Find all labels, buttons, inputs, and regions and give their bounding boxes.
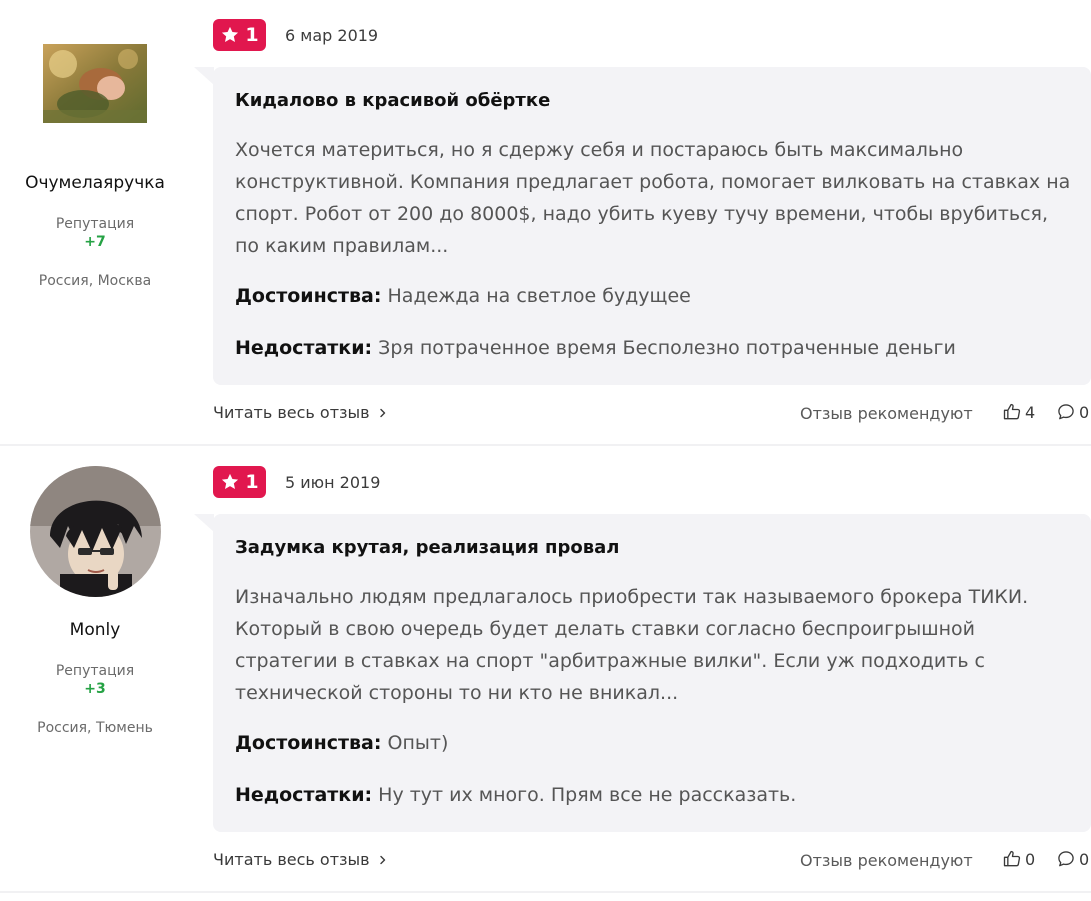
card-pointer: [194, 514, 214, 532]
cons-text: Ну тут их много. Прям все не рассказать.: [378, 784, 797, 806]
card-pointer: [194, 67, 214, 85]
comment-icon: [1058, 851, 1074, 867]
rating-badge: 1: [213, 466, 266, 498]
read-more-link[interactable]: Читать весь отзыв: [213, 403, 388, 422]
chevron-right-icon: [379, 408, 385, 417]
author-name[interactable]: Monly: [0, 620, 190, 640]
like-button[interactable]: 0: [1002, 849, 1035, 869]
avatar[interactable]: [30, 466, 161, 597]
cons-label: Недостатки:: [235, 337, 373, 359]
rating-value: 1: [245, 470, 259, 493]
like-count: 4: [1025, 402, 1036, 422]
review-title[interactable]: Задумка крутая, реализация провал: [235, 537, 619, 558]
author-location: Россия, Тюмень: [37, 720, 153, 736]
recommend-label: Отзыв рекомендуют: [800, 851, 973, 870]
star-icon: [222, 26, 239, 42]
review-title[interactable]: Кидалово в красивой обёртке: [235, 90, 550, 111]
review-cons: Недостатки: Ну тут их много. Прям все не…: [235, 784, 796, 806]
comment-count: 0: [1079, 849, 1090, 869]
like-button[interactable]: 4: [1002, 402, 1035, 422]
review-pros: Достоинства: Надежда на светлое будущее: [235, 285, 691, 307]
review-card: Очумелаяручка Репутация +7 Россия, Москв…: [0, 0, 1091, 445]
review-body: Задумка крутая, реализация провал Изнача…: [213, 514, 1091, 832]
rating-value: 1: [245, 23, 259, 46]
comment-button[interactable]: 0: [1056, 849, 1089, 869]
review-text: Хочется материться, но я сдержу себя и п…: [235, 139, 1071, 257]
comment-icon: [1058, 404, 1074, 420]
thumbs-up-icon: [1003, 850, 1021, 867]
review-pros: Достоинства: Опыт): [235, 732, 448, 754]
comment-count: 0: [1079, 402, 1090, 422]
review-date: 5 июн 2019: [285, 473, 381, 492]
review-body: Кидалово в красивой обёртке Хочется мате…: [213, 67, 1091, 385]
star-icon: [222, 473, 239, 489]
reputation-label: Репутация: [55, 216, 135, 232]
cons-label: Недостатки:: [235, 784, 373, 806]
author-location: Россия, Москва: [38, 273, 152, 289]
review-divider: [0, 444, 1091, 446]
read-more-label: Читать весь отзыв: [213, 403, 370, 422]
pros-text: Опыт): [387, 732, 449, 754]
cons-text: Зря потраченное время Бесполезно потраче…: [378, 337, 956, 359]
review-divider: [0, 891, 1091, 893]
read-more-label: Читать весь отзыв: [213, 850, 370, 869]
avatar[interactable]: [43, 44, 147, 123]
recommend-label: Отзыв рекомендуют: [800, 404, 973, 423]
reputation-value: +7: [84, 234, 106, 250]
reputation-value: +3: [84, 681, 106, 697]
review-text: Изначально людям предлагалось приобрести…: [235, 586, 1029, 704]
comment-button[interactable]: 0: [1056, 402, 1089, 422]
read-more-link[interactable]: Читать весь отзыв: [213, 850, 388, 869]
rating-badge: 1: [213, 19, 266, 51]
pros-label: Достоинства:: [235, 285, 382, 307]
author-name[interactable]: Очумелаяручка: [0, 173, 190, 193]
review-date: 6 мар 2019: [285, 26, 379, 45]
reputation-label: Репутация: [55, 663, 135, 679]
like-count: 0: [1025, 849, 1036, 869]
review-card: Monly Репутация +3 Россия, Тюмень 1 5 ию…: [0, 447, 1091, 895]
thumbs-up-icon: [1003, 403, 1021, 420]
review-cons: Недостатки: Зря потраченное время Беспол…: [235, 337, 956, 359]
pros-label: Достоинства:: [235, 732, 382, 754]
chevron-right-icon: [379, 855, 385, 864]
pros-text: Надежда на светлое будущее: [387, 285, 691, 307]
